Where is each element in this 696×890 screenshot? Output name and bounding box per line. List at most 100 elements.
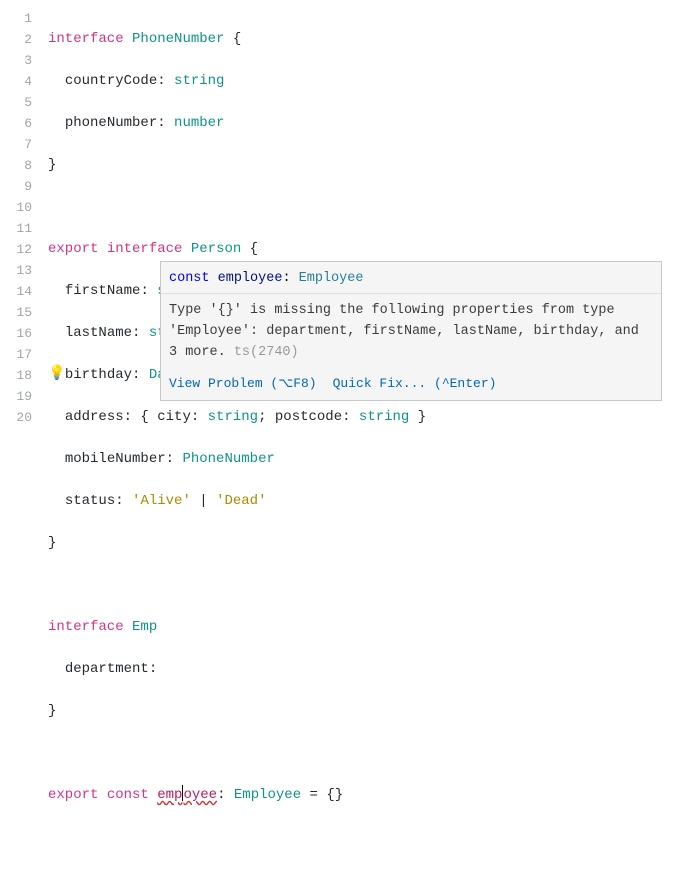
property: phoneNumber xyxy=(65,115,157,131)
line-number: 15 xyxy=(0,302,32,323)
keyword: const xyxy=(107,787,149,803)
colon: : xyxy=(140,283,157,299)
code-line[interactable]: export interface Person { xyxy=(48,239,696,260)
code-line[interactable]: department: xyxy=(48,659,696,680)
type: number xyxy=(174,115,224,131)
brace: } xyxy=(48,703,56,719)
type: Employee xyxy=(234,787,301,803)
type-name: Person xyxy=(191,241,241,257)
line-number: 4 xyxy=(0,71,32,92)
property: mobileNumber xyxy=(65,451,166,467)
type: string xyxy=(208,409,258,425)
brace: { xyxy=(241,241,258,257)
type-name: Employee xyxy=(299,271,364,286)
line-number: 3 xyxy=(0,50,32,71)
type-name: Emp xyxy=(132,619,157,635)
keyword: export xyxy=(48,241,98,257)
brace: } xyxy=(48,157,56,173)
tooltip-message: Type '{}' is missing the following prope… xyxy=(161,294,661,369)
colon: : xyxy=(166,451,183,467)
code-line[interactable]: interface Emp xyxy=(48,617,696,638)
type: PhoneNumber xyxy=(182,451,274,467)
property: birthday xyxy=(65,367,132,383)
code-line[interactable]: address: { city: string; postcode: strin… xyxy=(48,407,696,428)
colon: : xyxy=(115,493,132,509)
code-line[interactable] xyxy=(48,827,696,848)
code-line[interactable]: } xyxy=(48,701,696,722)
keyword: const xyxy=(169,271,210,286)
property: countryCode xyxy=(65,73,157,89)
code-line[interactable] xyxy=(48,575,696,596)
type: string xyxy=(359,409,409,425)
line-number: 6 xyxy=(0,113,32,134)
keyword: export xyxy=(48,787,98,803)
type: string xyxy=(174,73,224,89)
string: 'Alive' xyxy=(132,493,191,509)
tooltip-signature: const employee: Employee xyxy=(161,262,661,294)
code-line[interactable]: phoneNumber: number xyxy=(48,113,696,134)
line-number: 19 xyxy=(0,386,32,407)
line-number: 18 xyxy=(0,365,32,386)
code-line[interactable]: export const empoyee: Employee = {} xyxy=(48,785,696,806)
line-number-gutter: 1 2 3 4 5 6 7 8 9 10 11 12 13 14 15 16 1… xyxy=(0,0,40,720)
code-line[interactable] xyxy=(48,743,696,764)
code-line[interactable]: status: 'Alive' | 'Dead' xyxy=(48,491,696,512)
brace: } xyxy=(409,409,426,425)
code-line[interactable]: mobileNumber: PhoneNumber xyxy=(48,449,696,470)
line-number: 20 xyxy=(0,407,32,428)
pipe: | xyxy=(191,493,216,509)
colon: : xyxy=(132,325,149,341)
line-number: 1 xyxy=(0,8,32,29)
tooltip-actions: View Problem (⌥F8) Quick Fix... (^Enter) xyxy=(161,369,661,400)
string: 'Dead' xyxy=(216,493,266,509)
hover-tooltip: const employee: Employee Type '{}' is mi… xyxy=(160,261,662,401)
lightbulb-icon[interactable]: 💡 xyxy=(48,365,65,382)
variable-name: employee xyxy=(218,271,283,286)
brace: } xyxy=(48,535,56,551)
line-number: 8 xyxy=(0,155,32,176)
line-number: 14 xyxy=(0,281,32,302)
code-line[interactable]: countryCode: string xyxy=(48,71,696,92)
line-number: 9 xyxy=(0,176,32,197)
quick-fix-link[interactable]: Quick Fix... (^Enter) xyxy=(333,376,497,391)
keyword: interface xyxy=(48,619,124,635)
line-number: 16 xyxy=(0,323,32,344)
property: postcode xyxy=(275,409,342,425)
brace: { xyxy=(224,31,241,47)
colon: : xyxy=(149,661,157,677)
error-code: ts(2740) xyxy=(234,345,299,360)
variable-error[interactable]: empoyee xyxy=(157,787,217,803)
property: department xyxy=(65,661,149,677)
property: city xyxy=(157,409,191,425)
semicolon: ; xyxy=(258,409,275,425)
property: address xyxy=(65,409,124,425)
type-name: PhoneNumber xyxy=(132,31,224,47)
colon: : xyxy=(157,73,174,89)
line-number: 7 xyxy=(0,134,32,155)
line-number: 12 xyxy=(0,239,32,260)
text-cursor xyxy=(182,785,183,801)
property: status xyxy=(65,493,115,509)
colon: : xyxy=(191,409,208,425)
code-line[interactable]: interface PhoneNumber { xyxy=(48,29,696,50)
code-line[interactable] xyxy=(48,197,696,218)
colon: : xyxy=(157,115,174,131)
line-number: 17 xyxy=(0,344,32,365)
property: lastName xyxy=(65,325,132,341)
colon: : xyxy=(217,787,234,803)
code-line[interactable]: } xyxy=(48,155,696,176)
code-line[interactable]: } xyxy=(48,533,696,554)
colon: : xyxy=(132,367,149,383)
assignment: = {} xyxy=(301,787,343,803)
line-number: 10 xyxy=(0,197,32,218)
colon: : xyxy=(342,409,359,425)
colon: : xyxy=(282,271,298,286)
line-number: 11 xyxy=(0,218,32,239)
keyword: interface xyxy=(107,241,183,257)
line-number: 5 xyxy=(0,92,32,113)
line-number: 13 xyxy=(0,260,32,281)
line-number: 2 xyxy=(0,29,32,50)
keyword: interface xyxy=(48,31,124,47)
colon: : { xyxy=(124,409,158,425)
view-problem-link[interactable]: View Problem (⌥F8) xyxy=(169,376,317,391)
